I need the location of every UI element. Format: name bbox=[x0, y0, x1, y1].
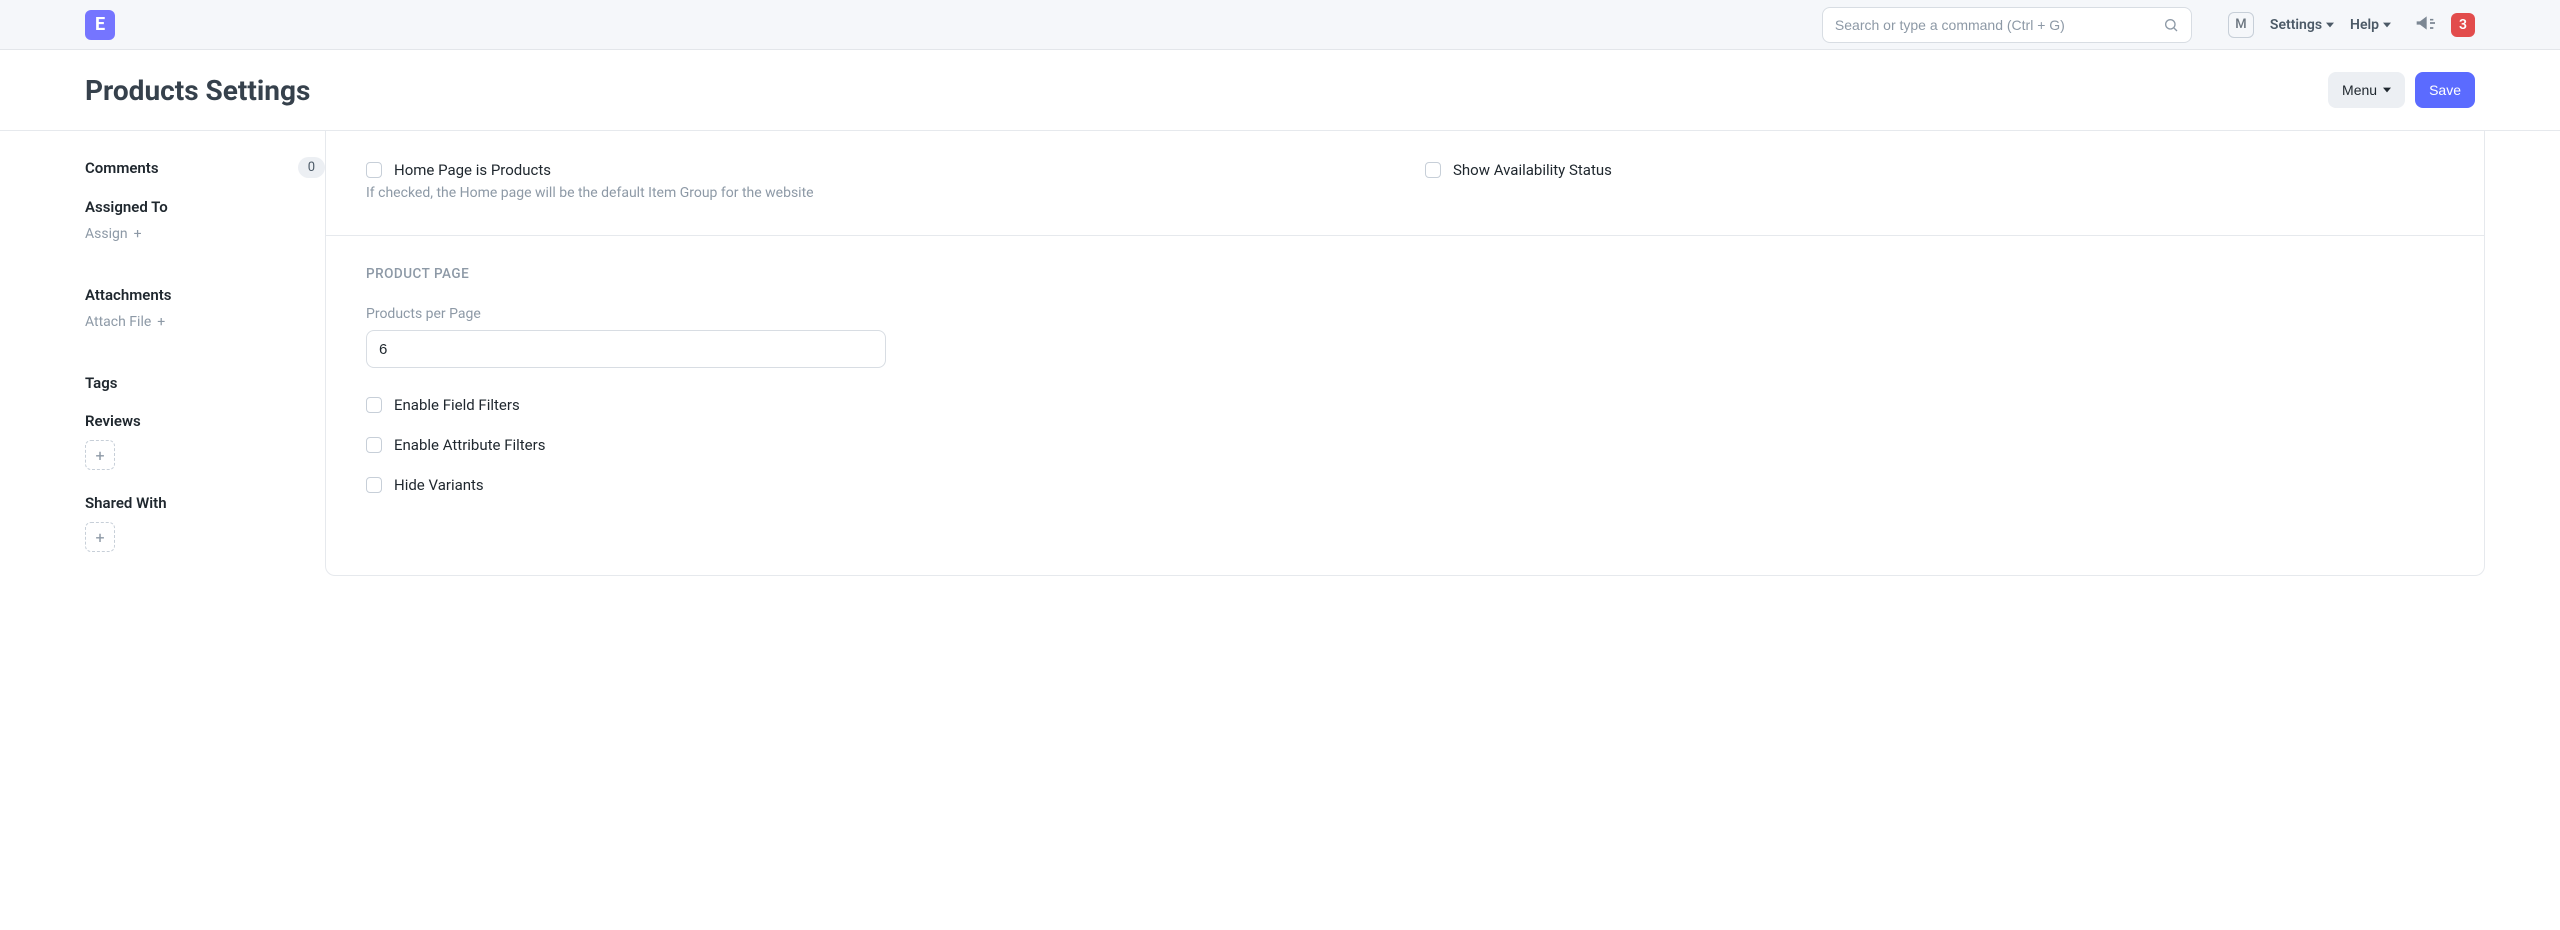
sidebar-comments-label: Comments bbox=[85, 159, 159, 177]
search-input[interactable] bbox=[1835, 17, 2163, 33]
help-menu[interactable]: Help bbox=[2350, 17, 2391, 33]
page-header: Products Settings Menu Save bbox=[0, 50, 2560, 131]
sidebar-tags-label: Tags bbox=[85, 374, 325, 392]
checkbox-icon bbox=[366, 397, 382, 413]
save-button-label: Save bbox=[2429, 82, 2461, 98]
sidebar: Comments 0 Assigned To Assign + Attachme… bbox=[85, 131, 325, 576]
attach-file-label: Attach File bbox=[85, 314, 151, 330]
assign-button[interactable]: Assign + bbox=[85, 226, 142, 242]
hide-variants-label: Hide Variants bbox=[394, 476, 484, 494]
user-avatar[interactable]: M bbox=[2228, 12, 2254, 38]
sidebar-assigned-to-label: Assigned To bbox=[85, 198, 325, 216]
app-logo[interactable]: E bbox=[85, 10, 115, 40]
chevron-down-icon bbox=[2383, 21, 2391, 29]
attach-file-button[interactable]: Attach File + bbox=[85, 314, 165, 330]
menu-button-label: Menu bbox=[2342, 82, 2377, 98]
plus-icon: + bbox=[157, 314, 165, 330]
user-initial: M bbox=[2235, 17, 2246, 32]
form-section-general: Home Page is Products If checked, the Ho… bbox=[326, 131, 2484, 236]
sidebar-reviews-label: Reviews bbox=[85, 412, 325, 430]
save-button[interactable]: Save bbox=[2415, 72, 2475, 108]
search-icon bbox=[2163, 17, 2179, 33]
comments-count-badge: 0 bbox=[298, 157, 325, 178]
home-page-is-products-help: If checked, the Home page will be the de… bbox=[366, 185, 1385, 201]
checkbox-icon bbox=[366, 477, 382, 493]
assign-label: Assign bbox=[85, 226, 128, 242]
menu-button[interactable]: Menu bbox=[2328, 72, 2405, 108]
checkbox-icon bbox=[1425, 162, 1441, 178]
settings-label: Settings bbox=[2270, 17, 2322, 33]
sidebar-shared-with-label: Shared With bbox=[85, 494, 325, 512]
sidebar-comments-row[interactable]: Comments 0 bbox=[85, 157, 325, 178]
form-section-product-page: Product Page Products per Page Enable Fi… bbox=[326, 236, 2484, 534]
sidebar-attachments-label: Attachments bbox=[85, 286, 325, 304]
page-body: Comments 0 Assigned To Assign + Attachme… bbox=[0, 131, 2560, 616]
enable-field-filters-label: Enable Field Filters bbox=[394, 396, 520, 414]
checkbox-icon bbox=[366, 437, 382, 453]
plus-icon: + bbox=[95, 446, 104, 465]
hide-variants-checkbox[interactable]: Hide Variants bbox=[366, 476, 2444, 494]
home-page-is-products-label: Home Page is Products bbox=[394, 161, 551, 179]
add-review-button[interactable]: + bbox=[85, 440, 115, 470]
announcements-icon[interactable] bbox=[2415, 14, 2435, 36]
show-availability-label: Show Availability Status bbox=[1453, 161, 1612, 179]
form-area: Home Page is Products If checked, the Ho… bbox=[325, 131, 2485, 576]
page-title: Products Settings bbox=[85, 74, 2328, 107]
navbar: E M Settings Help 3 bbox=[0, 0, 2560, 50]
show-availability-checkbox[interactable]: Show Availability Status bbox=[1425, 161, 2444, 179]
chevron-down-icon bbox=[2326, 21, 2334, 29]
products-per-page-label: Products per Page bbox=[366, 306, 2444, 322]
notification-count-badge[interactable]: 3 bbox=[2451, 13, 2475, 37]
enable-attribute-filters-checkbox[interactable]: Enable Attribute Filters bbox=[366, 436, 2444, 454]
enable-field-filters-checkbox[interactable]: Enable Field Filters bbox=[366, 396, 2444, 414]
settings-menu[interactable]: Settings bbox=[2270, 17, 2334, 33]
home-page-is-products-checkbox[interactable]: Home Page is Products bbox=[366, 161, 1385, 179]
products-per-page-input[interactable] bbox=[366, 330, 886, 368]
add-share-button[interactable]: + bbox=[85, 522, 115, 552]
help-label: Help bbox=[2350, 17, 2379, 33]
notification-count: 3 bbox=[2459, 17, 2467, 33]
global-search[interactable] bbox=[1822, 7, 2192, 43]
app-logo-letter: E bbox=[95, 14, 105, 35]
chevron-down-icon bbox=[2383, 86, 2391, 94]
enable-attribute-filters-label: Enable Attribute Filters bbox=[394, 436, 545, 454]
plus-icon: + bbox=[134, 226, 142, 242]
section-title-product-page: Product Page bbox=[366, 266, 2444, 282]
checkbox-icon bbox=[366, 162, 382, 178]
plus-icon: + bbox=[95, 528, 104, 547]
